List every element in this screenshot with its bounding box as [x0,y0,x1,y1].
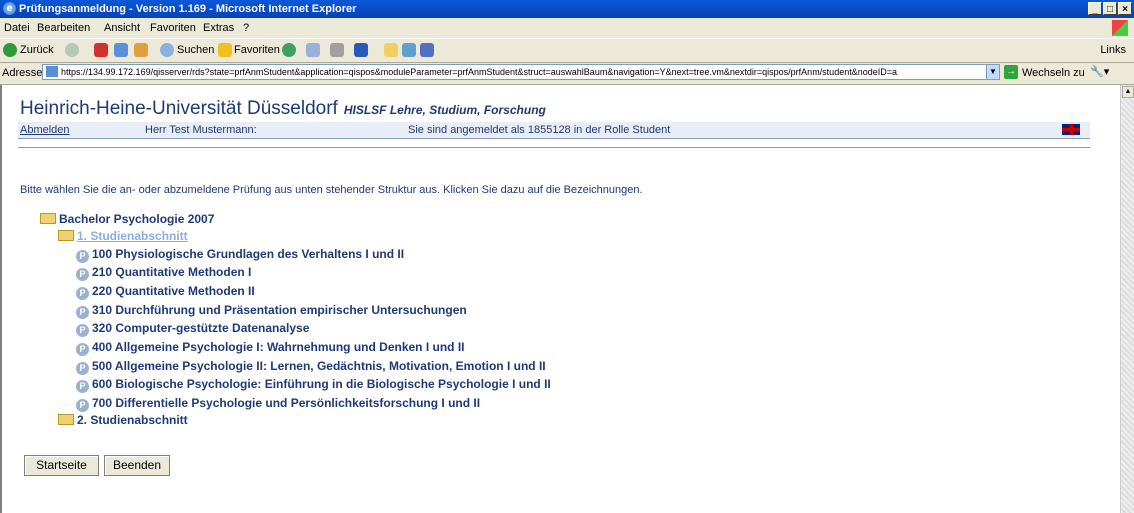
user-name: Herr Test Mustermann: [145,124,257,136]
exam-label: 220 Quantitative Methoden II [92,284,255,298]
exam-item[interactable]: P 400 Allgemeine Psychologie I: Wahrnehmu… [76,340,465,356]
university-name: Heinrich-Heine-Universität Düsseldorf [20,98,338,119]
back-button[interactable]: Zurück [20,44,54,56]
start-page-button[interactable]: Startseite [24,455,99,476]
address-bar: Adresse https://134.99.172.169/qisserver… [0,62,1134,85]
favorites-button[interactable]: Favoriten [234,44,280,56]
header-divider [18,147,1090,148]
exam-p-icon: P [76,287,89,300]
english-flag-icon[interactable] [1062,124,1080,135]
favorites-icon[interactable] [218,43,232,57]
address-url: https://134.99.172.169/qisserver/rds?sta… [61,67,897,77]
scroll-up-icon[interactable]: ▲ [1122,86,1134,98]
folder-open-icon [40,213,56,224]
tree-section-2-label: 2. Studienabschnitt [77,413,188,427]
messenger-icon[interactable] [402,43,416,57]
exam-item[interactable]: P 100 Physiologische Grundlagen des Verha… [76,247,404,263]
back-icon[interactable] [3,43,17,57]
exam-item[interactable]: P 320 Computer-gestützte Datenanalyse [76,321,309,337]
folder-icon[interactable] [384,43,398,57]
windows-logo-icon [1112,20,1128,36]
go-arrow-icon[interactable]: → [1004,65,1018,79]
search-button[interactable]: Suchen [177,44,214,56]
menu-extras[interactable]: Extras [203,22,234,34]
toolbar: Zurück Suchen Favoriten Links [0,38,1134,63]
home-icon[interactable] [134,43,148,57]
tree-root[interactable]: Bachelor Psychologie 2007 [40,212,214,226]
tree-section-1[interactable]: 1. Studienabschnitt [58,229,188,243]
exam-label: 210 Quantitative Methoden I [92,265,252,279]
stop-icon[interactable] [94,43,108,57]
window-titlebar: e Prüfungsanmeldung - Version 1.169 - Mi… [0,0,1134,18]
exam-p-icon: P [76,324,89,337]
exam-label: 600 Biologische Psychologie: Einführung … [92,377,551,391]
exam-label: 310 Durchführung und Präsentation empiri… [92,303,467,317]
page-title: Heinrich-Heine-Universität Düsseldorf HIS… [20,98,546,120]
site-subtitle: HISLSF Lehre, Studium, Forschung [343,103,546,117]
exam-label: 100 Physiologische Grundlagen des Verhal… [92,247,405,261]
forward-icon[interactable] [65,43,79,57]
mail-icon[interactable] [306,43,320,57]
exam-item[interactable]: P 500 Allgemeine Psychologie II: Lernen, … [76,359,546,375]
exam-item[interactable]: P 210 Quantitative Methoden I [76,265,251,281]
exam-p-icon: P [76,380,89,393]
tree-section-1-label: 1. Studienabschnitt [77,229,188,243]
address-input[interactable]: https://134.99.172.169/qisserver/rds?sta… [42,64,1000,80]
logout-link[interactable]: Abmelden [20,124,70,136]
minimize-button[interactable]: _ [1088,2,1102,15]
exam-label: 320 Computer-gestützte Datenanalyse [92,321,310,335]
menu-bearbeiten[interactable]: Bearbeiten [37,22,90,34]
instruction-text: Bitte wählen Sie die an- oder abzumelden… [20,184,643,196]
history-icon[interactable] [282,43,296,57]
exam-p-icon: P [76,250,89,263]
maximize-button[interactable]: □ [1103,2,1117,15]
search-icon[interactable] [160,43,174,57]
ie-icon: e [3,2,16,15]
address-label: Adresse [2,67,43,79]
user-info-bar: Abmelden Herr Test Mustermann: Sie sind … [18,122,1090,139]
menu-datei[interactable]: Datei [4,22,30,34]
vertical-scrollbar[interactable]: ▲ [1120,85,1134,513]
go-button[interactable]: Wechseln zu [1022,67,1085,79]
print-icon[interactable] [330,43,344,57]
exam-p-icon: P [76,362,89,375]
extension-icon[interactable]: 🔧▾ [1090,65,1109,78]
research-icon[interactable] [420,43,434,57]
exam-item[interactable]: P 310 Durchführung und Präsentation empir… [76,303,467,319]
exam-p-icon: P [76,399,89,412]
window-title: Prüfungsanmeldung - Version 1.169 - Micr… [19,3,357,15]
exam-p-icon: P [76,306,89,319]
exam-p-icon: P [76,268,89,281]
login-info: Sie sind angemeldet als 1855128 in der R… [408,124,671,136]
menubar: Datei Bearbeiten Ansicht Favoriten Extra… [0,18,1134,38]
address-dropdown-icon[interactable]: ▼ [986,64,1000,80]
end-button[interactable]: Beenden [104,455,170,476]
tree-root-label: Bachelor Psychologie 2007 [59,212,215,226]
exam-item[interactable]: P 700 Differentielle Psychologie und Pers… [76,396,480,412]
exam-item[interactable]: P 600 Biologische Psychologie: Einführung… [76,377,551,393]
menu-ansicht[interactable]: Ansicht [104,22,140,34]
refresh-icon[interactable] [114,43,128,57]
menu-help[interactable]: ? [243,22,249,34]
word-icon[interactable] [354,43,368,57]
exam-label: 500 Allgemeine Psychologie II: Lernen, G… [92,359,546,373]
folder-open-icon [58,230,74,241]
tree-section-2[interactable]: 2. Studienabschnitt [58,413,188,427]
window-controls: _ □ × [1088,2,1132,15]
page-icon [46,66,58,77]
exam-item[interactable]: P 220 Quantitative Methoden II [76,284,255,300]
exam-label: 700 Differentielle Psychologie und Persö… [92,396,481,410]
menu-favoriten[interactable]: Favoriten [150,22,196,34]
links-button[interactable]: Links [1100,44,1126,56]
exam-label: 400 Allgemeine Psychologie I: Wahrnehmun… [92,340,465,354]
close-button[interactable]: × [1118,2,1132,15]
exam-p-icon: P [76,343,89,356]
folder-closed-icon [58,414,74,425]
